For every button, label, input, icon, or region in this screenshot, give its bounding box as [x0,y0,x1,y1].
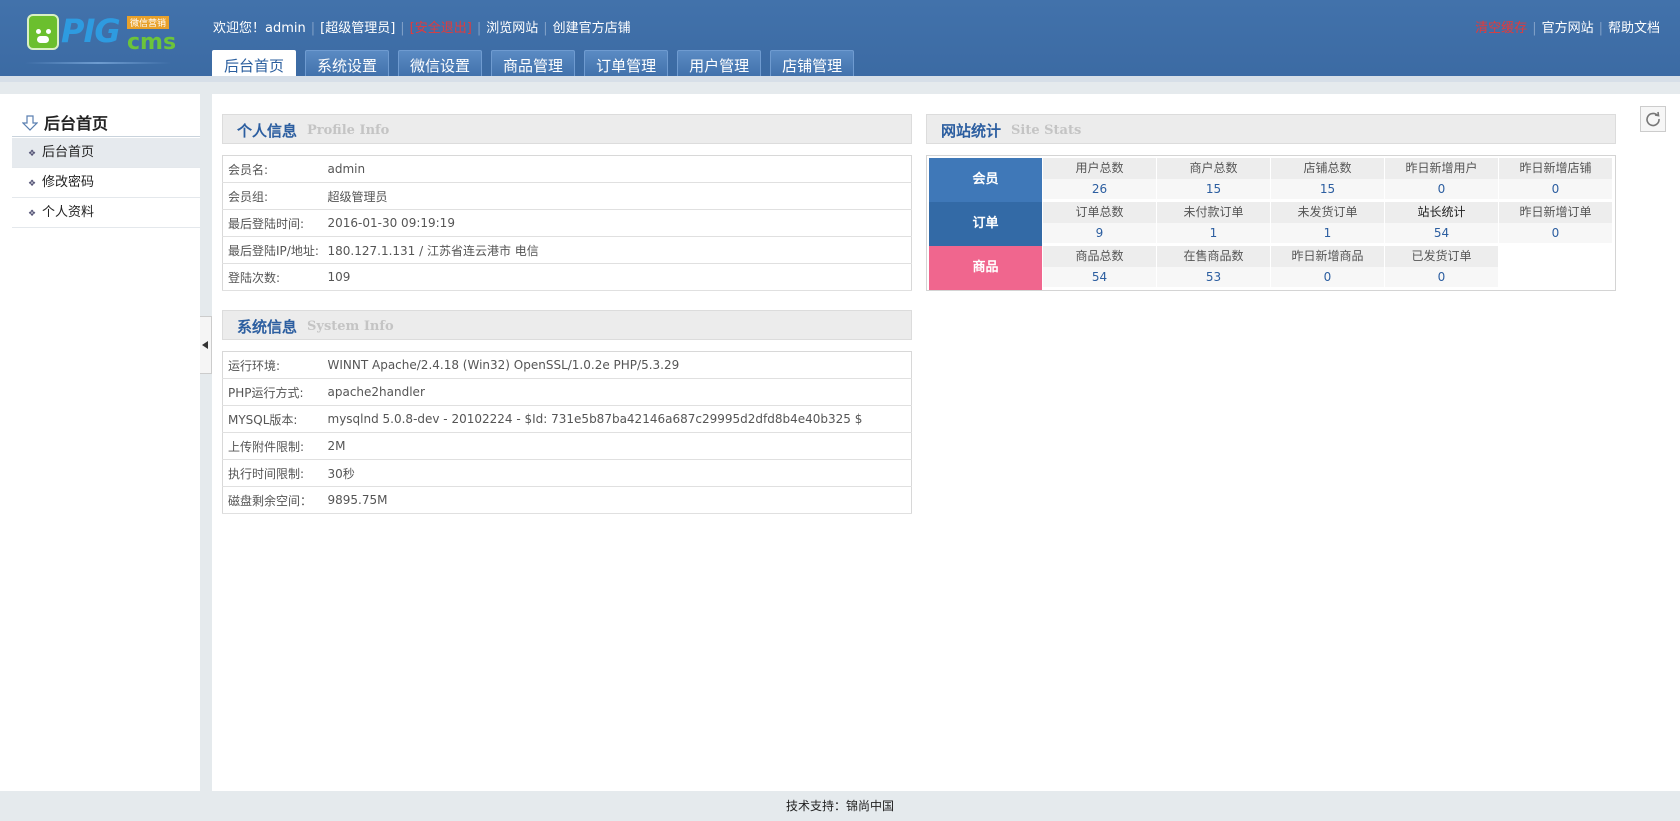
logo-text-suffix: cms [127,30,177,55]
stats-grid: 会员 用户总数 26 商户总数 15 店铺总数 15 昨日新增用户 0 昨日新增店铺 0 … [926,155,1616,291]
profile-table: 会员名: admin 会员组: 超级管理员 最后登陆时间: 2016-01-30 09… [222,155,912,291]
table-row: 执行时间限制: 30秒 [222,459,912,487]
stats-panel-header: 网站统计 Site Stats [926,114,1616,144]
system-panel-header: 系统信息 System Info [222,310,912,340]
welcome-text: 欢迎您！admin [213,21,306,36]
stat-cell: 昨日新增店铺 0 [1499,158,1612,202]
stat-cell: 站长统计 54 [1385,202,1498,246]
sidebar-collapse-handle[interactable] [200,316,212,374]
system-table: 运行环境: WINNT Apache/2.4.18 (Win32) OpenSSL… [222,351,912,514]
refresh-button[interactable] [1640,106,1666,132]
stat-cell: 昨日新增用户 0 [1385,158,1498,202]
table-row: MYSQL版本: mysqlnd 5.0.8-dev - 20102224 - $… [222,405,912,433]
stats-row-members: 会员 用户总数 26 商户总数 15 店铺总数 15 昨日新增用户 0 昨日新增店铺 0 [929,158,1613,202]
help-docs-link[interactable]: 帮助文档 [1608,21,1660,36]
pigcms-logo[interactable]: PIG 微信营销 cms [25,12,177,68]
stat-cell: 昨日新增商品 0 [1271,246,1384,290]
stats-title: 网站统计 [941,122,1002,140]
bullet-icon: ❖ [28,149,37,159]
stat-cell: 昨日新增订单 0 [1499,202,1612,246]
clear-cache-link[interactable]: 清空缓存 [1475,21,1527,36]
system-title: 系统信息 [237,318,298,336]
stat-cell: 未发货订单 1 [1271,202,1384,246]
bullet-icon: ❖ [28,209,37,219]
profile-title: 个人信息 [237,122,298,140]
stat-cell: 用户总数 26 [1043,158,1156,202]
stat-cell: 未付款订单 1 [1157,202,1270,246]
header-divider [0,76,1680,82]
logout-link[interactable]: [安全退出] [410,17,472,36]
table-row: PHP运行方式: apache2handler [222,378,912,406]
collapse-left-icon [202,341,208,349]
browse-site-link[interactable]: 浏览网站 [486,17,538,36]
arrow-down-icon [22,115,38,131]
sidebar-title-label: 后台首页 [44,114,109,133]
refresh-icon [1646,111,1660,127]
sidebar-title: 后台首页 [22,110,108,134]
create-store-link[interactable]: 创建官方店铺 [553,17,631,36]
sidebar-item-change-password[interactable]: ❖ 修改密码 [12,168,200,198]
top-links: 清空缓存 | 官方网站 | 帮助文档 [1475,21,1660,36]
user-bar: 欢迎您！admin | [超级管理员] | [安全退出] | 浏览网站 | 创建官方店铺 [213,17,631,36]
bullet-icon: ❖ [28,179,37,189]
logo-text-main: PIG [61,12,121,50]
stat-cell: 已发货订单 0 [1385,246,1498,290]
table-row: 运行环境: WINNT Apache/2.4.18 (Win32) OpenSSL… [222,351,912,379]
stat-cell: 在售商品数 53 [1157,246,1270,290]
official-site-link[interactable]: 官方网站 [1542,21,1594,36]
stats-label-members: 会员 [929,158,1042,202]
footer-credit: 技术支持：锦尚中国 [785,799,894,813]
stat-cell: 订单总数 9 [1043,202,1156,246]
user-role: [超级管理员] [320,21,396,36]
system-title-en: System Info [307,319,394,334]
stats-label-products: 商品 [929,246,1042,290]
profile-title-en: Profile Info [307,123,390,138]
main-content: 个人信息 Profile Info 会员名: admin 会员组: 超级管理员 最后… [212,94,1680,791]
stats-title-en: Site Stats [1011,123,1082,138]
logo-tagline: 微信营销 [127,16,170,29]
table-row: 最后登陆IP/地址: 180.127.1.131 / 江苏省连云港市 电信 [222,236,912,264]
sidebar-item-profile[interactable]: ❖ 个人资料 [12,198,200,228]
top-header: PIG 微信营销 cms 欢迎您！admin | [超级管理员] | [安全退出] | 浏览… [0,0,1680,82]
logo-underline [25,62,171,64]
stats-row-orders: 订单 订单总数 9 未付款订单 1 未发货订单 1 站长统计 54 昨日新增订单 0 [929,202,1613,246]
profile-panel-header: 个人信息 Profile Info [222,114,912,144]
table-row: 登陆次数: 109 [222,263,912,291]
table-row: 会员组: 超级管理员 [222,182,912,210]
sidebar-item-dashboard[interactable]: ❖ 后台首页 [12,138,200,168]
stat-cell: 商品总数 54 [1043,246,1156,290]
sidebar: 后台首页 ❖ 后台首页 ❖ 修改密码 ❖ 个人资料 [0,94,200,791]
stats-label-orders: 订单 [929,202,1042,246]
table-row: 最后登陆时间: 2016-01-30 09:19:19 [222,209,912,237]
footer: 技术支持：锦尚中国 [0,791,1680,821]
table-row: 上传附件限制: 2M [222,432,912,460]
sidebar-menu: ❖ 后台首页 ❖ 修改密码 ❖ 个人资料 [12,138,200,228]
pig-logo-icon [27,14,59,50]
stat-cell: 店铺总数 15 [1271,158,1384,202]
stat-cell: 商户总数 15 [1157,158,1270,202]
table-row: 磁盘剩余空间： 9895.75M [222,486,912,514]
table-row: 会员名: admin [222,155,912,183]
stats-row-products: 商品 商品总数 54 在售商品数 53 昨日新增商品 0 已发货订单 0 [929,246,1613,290]
